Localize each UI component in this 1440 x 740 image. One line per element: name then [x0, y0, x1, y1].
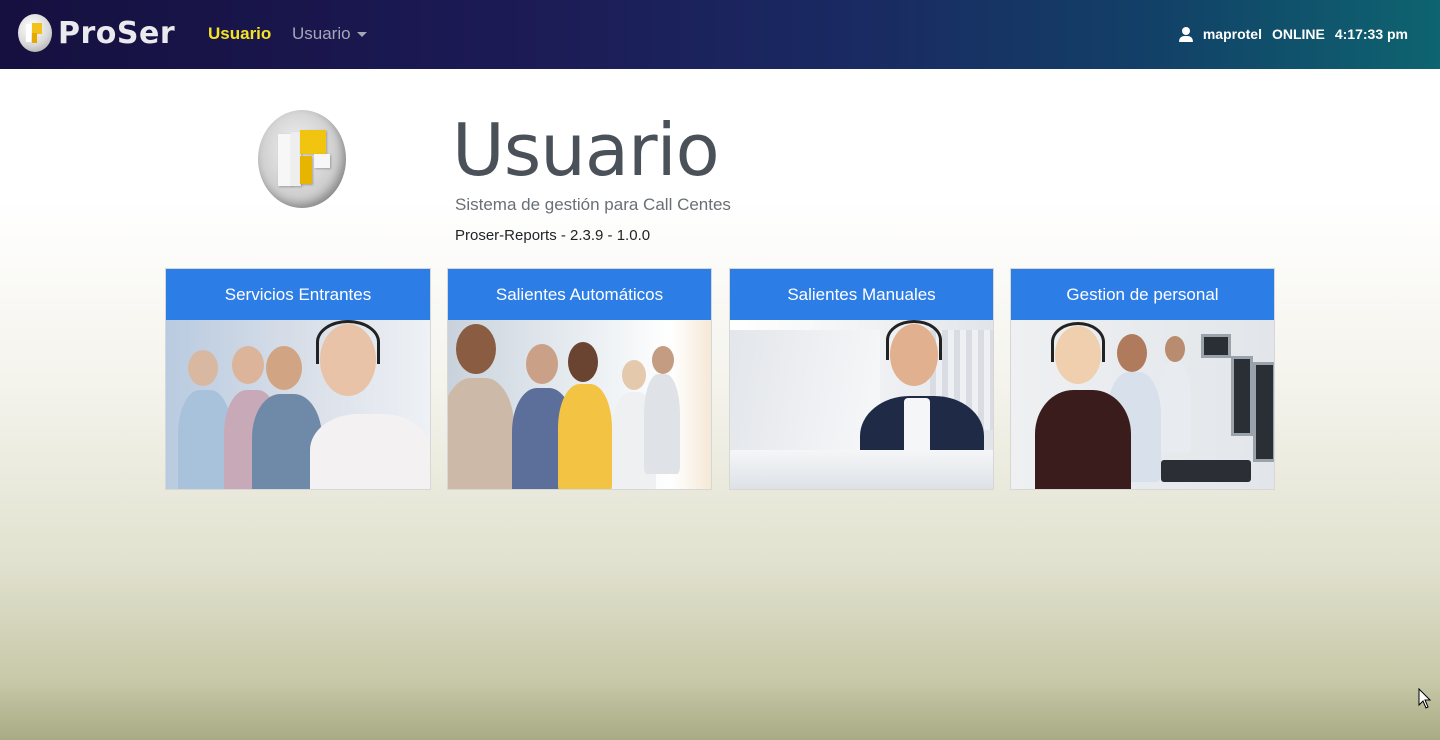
username: maprotel	[1202, 26, 1262, 42]
clock: 4:17:33 pm	[1334, 26, 1408, 42]
outbound-agents-image	[448, 320, 711, 489]
brand[interactable]: ProSer	[18, 14, 175, 52]
top-navbar: ProSer Usuario Usuario maprotel ONLINE 4…	[0, 0, 1440, 69]
proser-emblem-icon	[258, 110, 346, 208]
page-subtitle: Sistema de gestión para Call Centes	[455, 195, 731, 214]
user-icon	[1178, 26, 1193, 42]
caret-down-icon	[356, 32, 367, 38]
call-center-agents-image	[166, 320, 430, 489]
card-title: Servicios Entrantes	[166, 269, 430, 320]
brand-name: ProSer	[58, 15, 176, 51]
card-servicios-entrantes[interactable]: Servicios Entrantes	[165, 268, 431, 490]
nav-dropdown-label: Usuario	[292, 24, 351, 43]
card-title: Gestion de personal	[1011, 269, 1274, 320]
card-gestion-de-personal[interactable]: Gestion de personal	[1010, 268, 1275, 490]
card-salientes-automaticos[interactable]: Salientes Automáticos	[447, 268, 712, 490]
mouse-cursor-icon	[1418, 688, 1432, 709]
staff-management-image	[1011, 320, 1274, 489]
nav-dropdown-usuario[interactable]: Usuario	[292, 24, 367, 44]
user-status: maprotel ONLINE 4:17:33 pm	[1178, 26, 1408, 42]
page-title: Usuario	[452, 108, 720, 192]
card-salientes-manuales[interactable]: Salientes Manuales	[729, 268, 994, 490]
version-label: Proser-Reports - 2.3.9 - 1.0.0	[455, 227, 651, 244]
manual-outbound-agent-image	[730, 320, 993, 489]
proser-logo-icon	[18, 14, 52, 52]
card-title: Salientes Automáticos	[448, 269, 711, 320]
nav-link-usuario[interactable]: Usuario	[208, 24, 271, 44]
online-status: ONLINE	[1271, 26, 1325, 42]
card-title: Salientes Manuales	[730, 269, 993, 320]
